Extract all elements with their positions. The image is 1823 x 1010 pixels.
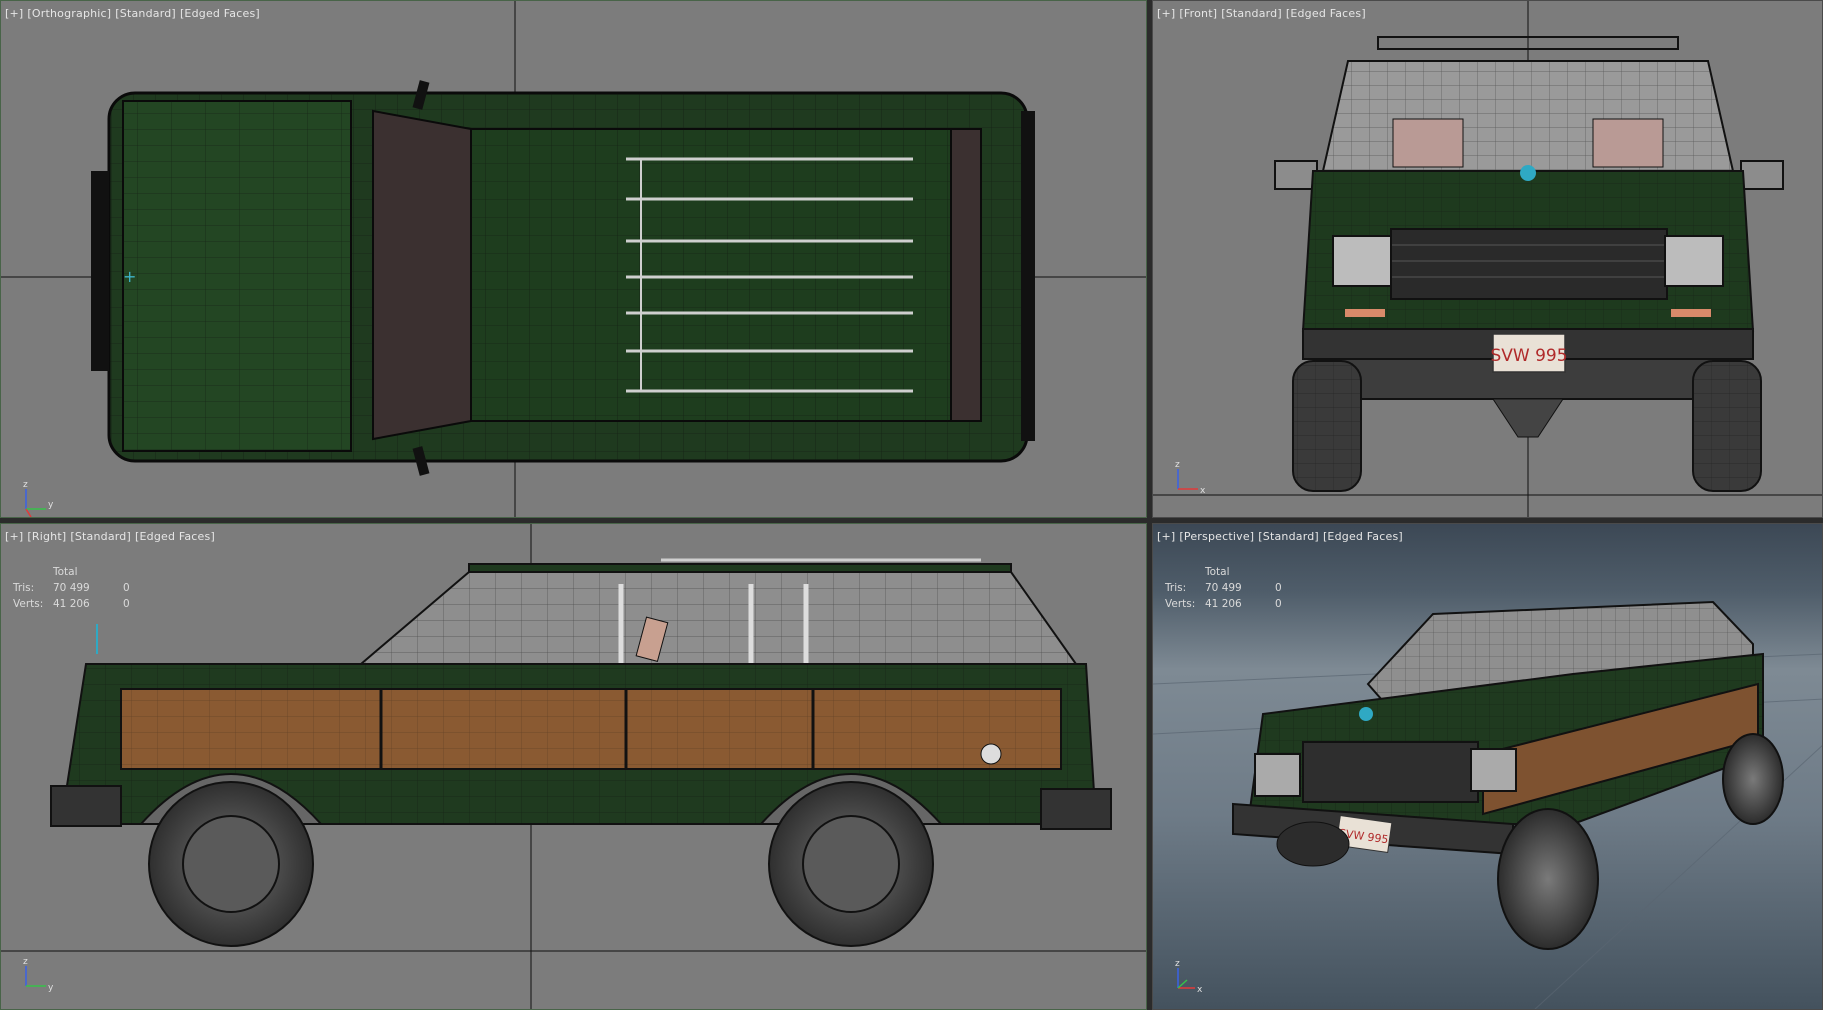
stats-selected: 0 xyxy=(123,598,130,610)
viewport-right[interactable]: [+] [Right] [Standard] [Edged Faces] Total … xyxy=(0,523,1147,1010)
license-plate-text: SVW 995 xyxy=(1490,346,1567,366)
viewport-label-top[interactable]: [+] [Orthographic] [Standard] [Edged Faces] xyxy=(5,7,264,20)
stats-total: 41 206 xyxy=(53,598,90,610)
stats-total: 70 499 xyxy=(53,582,90,594)
car-side-body xyxy=(50,558,1112,947)
stats-total: 70 499 xyxy=(1205,582,1242,594)
axis-label-b: y xyxy=(48,983,54,993)
viewport-top[interactable]: + [+] [Orthographic] [Standard] [Edged Face… xyxy=(0,0,1147,518)
viewport-front[interactable]: SVW 995 [+] [Front] [Standard] [Edged Faces… xyxy=(1152,0,1823,518)
display-mode[interactable]: [Edged Faces] xyxy=(1286,7,1366,20)
display-mode[interactable]: [Edged Faces] xyxy=(180,7,260,20)
view-mode[interactable]: [Right] xyxy=(27,530,66,543)
viewport-menu[interactable]: [+] xyxy=(1157,7,1175,20)
stats-selected: 0 xyxy=(123,582,130,594)
stats-label: Verts: xyxy=(13,598,44,610)
axis-gizmo: z x xyxy=(1175,460,1206,496)
shading-mode[interactable]: [Standard] xyxy=(115,7,176,20)
stats-row-tris: Tris: 70 499 0 xyxy=(1165,580,1295,596)
stats-row-verts: Verts: 41 206 0 xyxy=(13,596,143,612)
axis-label-b: x xyxy=(1200,486,1206,496)
axis-label-b: y xyxy=(48,500,54,510)
right-view-scene xyxy=(1,524,1146,1009)
car-front-body: SVW 995 xyxy=(1274,36,1784,492)
car-top-body: + xyxy=(91,80,1035,476)
top-view-scene: + xyxy=(1,1,1146,517)
stats-label: Verts: xyxy=(1165,598,1196,610)
axis-label-a: z xyxy=(23,480,28,490)
view-mode[interactable]: [Perspective] xyxy=(1179,530,1254,543)
stats-header: Total xyxy=(53,566,78,578)
viewport-perspective[interactable]: SVW 995 [+] [Perspective] [Standard] [Edged… xyxy=(1152,523,1823,1010)
axis-gizmo: z y xyxy=(23,957,54,993)
svg-text:+: + xyxy=(123,267,136,286)
front-view-scene: SVW 995 xyxy=(1153,1,1822,517)
axis-label-a: z xyxy=(1175,959,1180,969)
display-mode[interactable]: [Edged Faces] xyxy=(1323,530,1403,543)
stats-selected: 0 xyxy=(1275,582,1282,594)
viewport-menu[interactable]: [+] xyxy=(1157,530,1175,543)
view-mode[interactable]: [Orthographic] xyxy=(27,7,111,20)
viewport-menu[interactable]: [+] xyxy=(5,530,23,543)
axis-gizmo: z x xyxy=(1175,959,1203,995)
stats-row-tris: Tris: 70 499 0 xyxy=(13,580,143,596)
car-perspective-body: SVW 995 xyxy=(1232,600,1784,950)
axis-gizmo: z y xyxy=(23,480,54,517)
shading-mode[interactable]: [Standard] xyxy=(70,530,131,543)
axis-label-b: x xyxy=(1197,985,1203,995)
display-mode[interactable]: [Edged Faces] xyxy=(135,530,215,543)
axis-label-a: z xyxy=(23,957,28,967)
shading-mode[interactable]: [Standard] xyxy=(1258,530,1319,543)
viewport-label-front[interactable]: [+] [Front] [Standard] [Edged Faces] xyxy=(1157,7,1370,20)
stats-selected: 0 xyxy=(1275,598,1282,610)
viewport-grid: + [+] [Orthographic] [Standard] [Edged Face… xyxy=(0,0,1823,1010)
stats-panel: Total Tris: 70 499 0 Verts: 41 206 0 xyxy=(1165,564,1295,612)
viewport-menu[interactable]: [+] xyxy=(5,7,23,20)
axis-label-a: z xyxy=(1175,460,1180,470)
stats-row-verts: Verts: 41 206 0 xyxy=(1165,596,1295,612)
stats-header: Total xyxy=(1205,566,1230,578)
stats-label: Tris: xyxy=(13,582,35,594)
shading-mode[interactable]: [Standard] xyxy=(1221,7,1282,20)
viewport-label-perspective[interactable]: [+] [Perspective] [Standard] [Edged Faces] xyxy=(1157,530,1407,543)
view-mode[interactable]: [Front] xyxy=(1179,7,1217,20)
stats-panel: Total Tris: 70 499 0 Verts: 41 206 0 xyxy=(13,564,143,612)
viewport-label-right[interactable]: [+] [Right] [Standard] [Edged Faces] xyxy=(5,530,219,543)
stats-total: 41 206 xyxy=(1205,598,1242,610)
stats-label: Tris: xyxy=(1165,582,1187,594)
